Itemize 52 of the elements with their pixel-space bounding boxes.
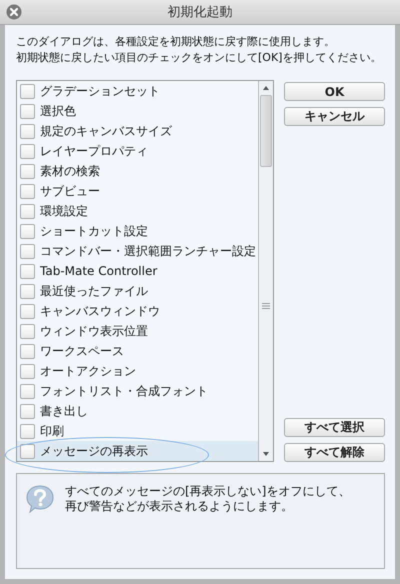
checkbox[interactable] [20,204,35,218]
checkbox[interactable] [20,424,35,438]
list-item[interactable]: メッセージの再表示 [17,441,258,461]
dialog-button[interactable]: すべて解除 [284,443,385,462]
help-icon [25,484,55,514]
checkbox[interactable] [20,364,35,378]
list-item[interactable]: 規定のキャンバスサイズ [17,121,258,141]
checkbox[interactable] [20,324,35,338]
checkbox[interactable] [20,304,35,318]
list-item[interactable]: サブビュー [17,181,258,201]
checkbox[interactable] [20,404,35,418]
list-item[interactable]: ワークスペース [17,341,258,361]
checkbox[interactable] [20,104,35,118]
list-item[interactable]: レイヤープロパティ [17,141,258,161]
checkbox[interactable] [20,144,35,158]
checkbox[interactable] [20,384,35,398]
list-item[interactable]: グラデーションセット [17,81,258,101]
dialog-button[interactable]: OK [284,82,385,101]
checkbox[interactable] [20,284,35,298]
list-item[interactable]: 印刷 [17,421,258,441]
dialog-button[interactable]: キャンセル [284,107,385,126]
description-text: このダイアログは、各種設定を初期状態に戻す際に使用します。 [16,34,335,50]
list-item[interactable]: オートアクション [17,361,258,381]
list-item[interactable]: コマンドバー・選択範囲ランチャー設定 [17,241,258,261]
checkbox[interactable] [20,244,35,258]
list-item[interactable]: 環境設定 [17,201,258,221]
list-item[interactable]: Tab-Mate Controller [17,261,258,281]
checkbox[interactable] [20,344,35,358]
checkbox[interactable] [20,84,35,98]
list-item[interactable]: キャンバスウィンドウ [17,301,258,321]
checkbox[interactable] [20,124,35,138]
info-text: すべてのメッセージの[再表示しない]をオフにして、 [65,484,350,499]
list-item[interactable]: 素材の検索 [17,161,258,181]
checkbox[interactable] [20,444,35,458]
list-item[interactable]: ショートカット設定 [17,221,258,241]
list-item[interactable]: 最近使ったファイル [17,281,258,301]
grip-icon [262,303,270,309]
list-item[interactable]: ウィンドウ表示位置 [17,321,258,341]
window-title: 初期化起動 [168,4,232,21]
info-text: 再び警告などが表示されるようにします。 [65,499,294,514]
list-item[interactable]: 選択色 [17,101,258,121]
list-item[interactable]: フォントリスト・合成フォント [17,381,258,401]
description-text: 初期状態に戻したい項目のチェックをオンにして[OK]を押してください。 [16,50,382,66]
dialog-button[interactable]: すべて選択 [284,418,385,437]
checkbox[interactable] [20,224,35,238]
scroll-thumb[interactable] [260,95,272,167]
checkbox[interactable] [20,184,35,198]
scrollbar[interactable] [258,81,273,461]
checkbox[interactable] [20,164,35,178]
close-icon[interactable] [6,4,22,20]
list-item[interactable]: 書き出し [17,401,258,421]
checkbox[interactable] [20,264,35,278]
